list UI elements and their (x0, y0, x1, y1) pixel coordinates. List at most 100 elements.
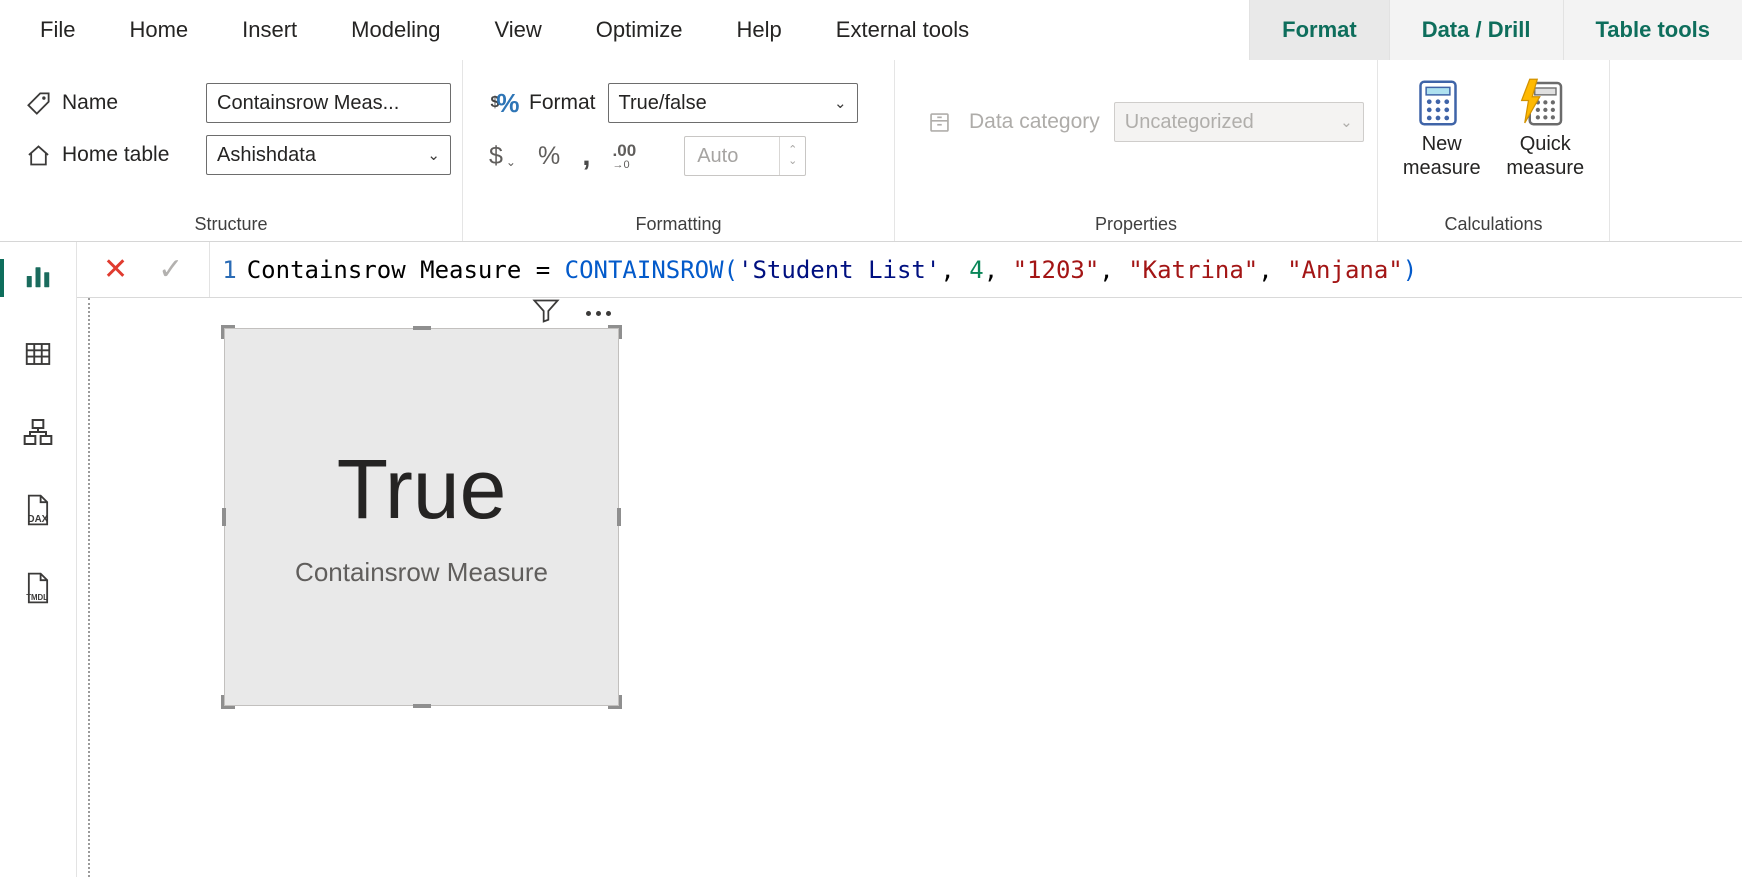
sidebar-item-model-view[interactable] (0, 410, 76, 458)
formula-token: 4 (969, 256, 983, 284)
group-label-structure: Structure (0, 214, 462, 235)
selection-handle-bottom-left[interactable] (221, 695, 235, 709)
chevron-down-icon: ⌄ (1340, 113, 1353, 131)
menu-item-view[interactable]: View (467, 0, 568, 60)
chevron-down-icon: ⌄ (834, 94, 847, 112)
formula-token: ) (1403, 256, 1417, 284)
report-canvas[interactable]: True Containsrow Measure (77, 298, 1742, 877)
formula-token: , (940, 256, 969, 284)
ribbon-group-formatting: $% Format True/false ⌄ $ ⌄ % , .00 →0 (463, 60, 895, 241)
quick-measure-icon (1517, 78, 1565, 128)
formula-token: "Anjana" (1287, 256, 1403, 284)
percent-icon: % (538, 144, 560, 169)
selection-handle-top-right[interactable] (608, 325, 622, 339)
data-category-value: Uncategorized (1125, 111, 1254, 134)
home-table-dropdown[interactable]: Ashishdata ⌄ (206, 135, 451, 175)
formula-token: , (1099, 256, 1128, 284)
name-tag-icon (22, 90, 54, 117)
home-icon (22, 142, 54, 169)
menu-bar: File Home Insert Modeling View Optimize … (0, 0, 1742, 60)
tab-table-tools[interactable]: Table tools (1563, 0, 1742, 60)
decimal-icon: .00 (613, 142, 637, 159)
spinner-arrows[interactable]: ⌃ ⌄ (779, 137, 805, 175)
data-category-label: Data category (969, 110, 1100, 134)
decimal-arrow-icon: →0 (613, 160, 630, 171)
thousands-separator-button[interactable]: , (582, 144, 590, 168)
formula-bar: ✕ ✓ 1 Containsrow Measure = CONTAINSROW(… (77, 242, 1742, 298)
report-view-icon (23, 261, 53, 296)
ribbon-group-calculations: New measure Quick measure (1378, 60, 1610, 241)
tab-data-drill[interactable]: Data / Drill (1389, 0, 1563, 60)
contextual-tabs: Format Data / Drill Table tools (1249, 0, 1742, 60)
name-label: Name (62, 91, 194, 115)
measure-name-input[interactable] (206, 83, 451, 123)
menu-item-optimize[interactable]: Optimize (569, 0, 710, 60)
sidebar-item-table-view[interactable] (0, 332, 76, 380)
percent-format-button[interactable]: % (538, 144, 560, 169)
page-boundary (88, 298, 90, 877)
tmdl-icon-text: TMDL (26, 592, 48, 601)
data-category-dropdown: Uncategorized ⌄ (1114, 102, 1364, 142)
card-visual[interactable]: True Containsrow Measure (224, 328, 619, 706)
selection-handle-bottom[interactable] (413, 704, 431, 708)
line-number: 1 (222, 256, 236, 284)
menu-item-help[interactable]: Help (710, 0, 809, 60)
ribbon: Name Home table Ashishdata ⌄ Structure $… (0, 60, 1742, 242)
quick-measure-label: Quick measure (1496, 132, 1596, 180)
format-type-dropdown[interactable]: True/false ⌄ (608, 83, 858, 123)
model-view-icon (22, 416, 54, 453)
ribbon-empty-space (1610, 60, 1742, 241)
group-label-calculations: Calculations (1378, 214, 1609, 235)
formula-token: 'Student List' (738, 256, 940, 284)
selection-handle-left[interactable] (222, 508, 226, 526)
formula-text[interactable]: Containsrow Measure = CONTAINSROW('Stude… (247, 256, 1417, 284)
home-table-label: Home table (62, 143, 194, 167)
formula-token: "1203" (1013, 256, 1100, 284)
menu-item-modeling[interactable]: Modeling (324, 0, 467, 60)
selection-handle-top-left[interactable] (221, 325, 235, 339)
view-sidebar: DAX TMDL (0, 242, 77, 877)
selection-handle-bottom-right[interactable] (608, 695, 622, 709)
selection-handle-top[interactable] (413, 326, 431, 330)
menu-item-external-tools[interactable]: External tools (809, 0, 996, 60)
cancel-icon[interactable]: ✕ (103, 252, 128, 287)
decimal-places-spinner[interactable]: Auto ⌃ ⌄ (684, 136, 806, 176)
chevron-down-icon: ⌄ (506, 155, 516, 169)
currency-icon: $ (489, 144, 503, 169)
card-value: True (337, 447, 507, 531)
formula-token: Containsrow Measure = (247, 256, 565, 284)
formula-token: , (984, 256, 1013, 284)
menu-item-home[interactable]: Home (102, 0, 215, 60)
currency-format-button[interactable]: $ ⌄ (489, 144, 516, 169)
format-label: Format (529, 91, 596, 115)
group-label-properties: Properties (895, 214, 1377, 235)
ribbon-group-properties: Data category Uncategorized ⌄ Properties (895, 60, 1378, 241)
filter-icon[interactable] (532, 298, 560, 329)
chevron-down-icon: ⌄ (427, 146, 440, 164)
formula-bar-controls: ✕ ✓ (77, 242, 210, 297)
new-measure-label: New measure (1392, 132, 1492, 180)
ribbon-group-structure: Name Home table Ashishdata ⌄ Structure (0, 60, 463, 241)
sidebar-item-report-view[interactable] (0, 254, 76, 302)
commit-icon[interactable]: ✓ (158, 252, 183, 287)
sidebar-item-tmdl-view[interactable]: TMDL (0, 566, 76, 614)
decimal-places-button[interactable]: .00 →0 (613, 142, 637, 171)
comma-icon: , (582, 144, 590, 168)
formula-token: ( (724, 256, 738, 284)
menu-item-insert[interactable]: Insert (215, 0, 324, 60)
quick-measure-button[interactable]: Quick measure (1496, 76, 1596, 180)
tab-format[interactable]: Format (1249, 0, 1389, 60)
selection-handle-right[interactable] (617, 508, 621, 526)
formula-token: CONTAINSROW (565, 256, 724, 284)
card-label: Containsrow Measure (295, 557, 548, 588)
dax-icon-text: DAX (28, 513, 49, 524)
menu-item-file[interactable]: File (0, 0, 102, 60)
data-category-icon (923, 109, 955, 136)
spinner-down-icon[interactable]: ⌄ (788, 156, 797, 167)
more-options-icon[interactable] (586, 311, 611, 316)
format-type-value: True/false (619, 92, 707, 115)
visual-hover-toolbar (532, 300, 611, 326)
calculator-icon (1414, 78, 1462, 128)
new-measure-button[interactable]: New measure (1392, 76, 1492, 180)
sidebar-item-dax-query-view[interactable]: DAX (0, 488, 76, 536)
